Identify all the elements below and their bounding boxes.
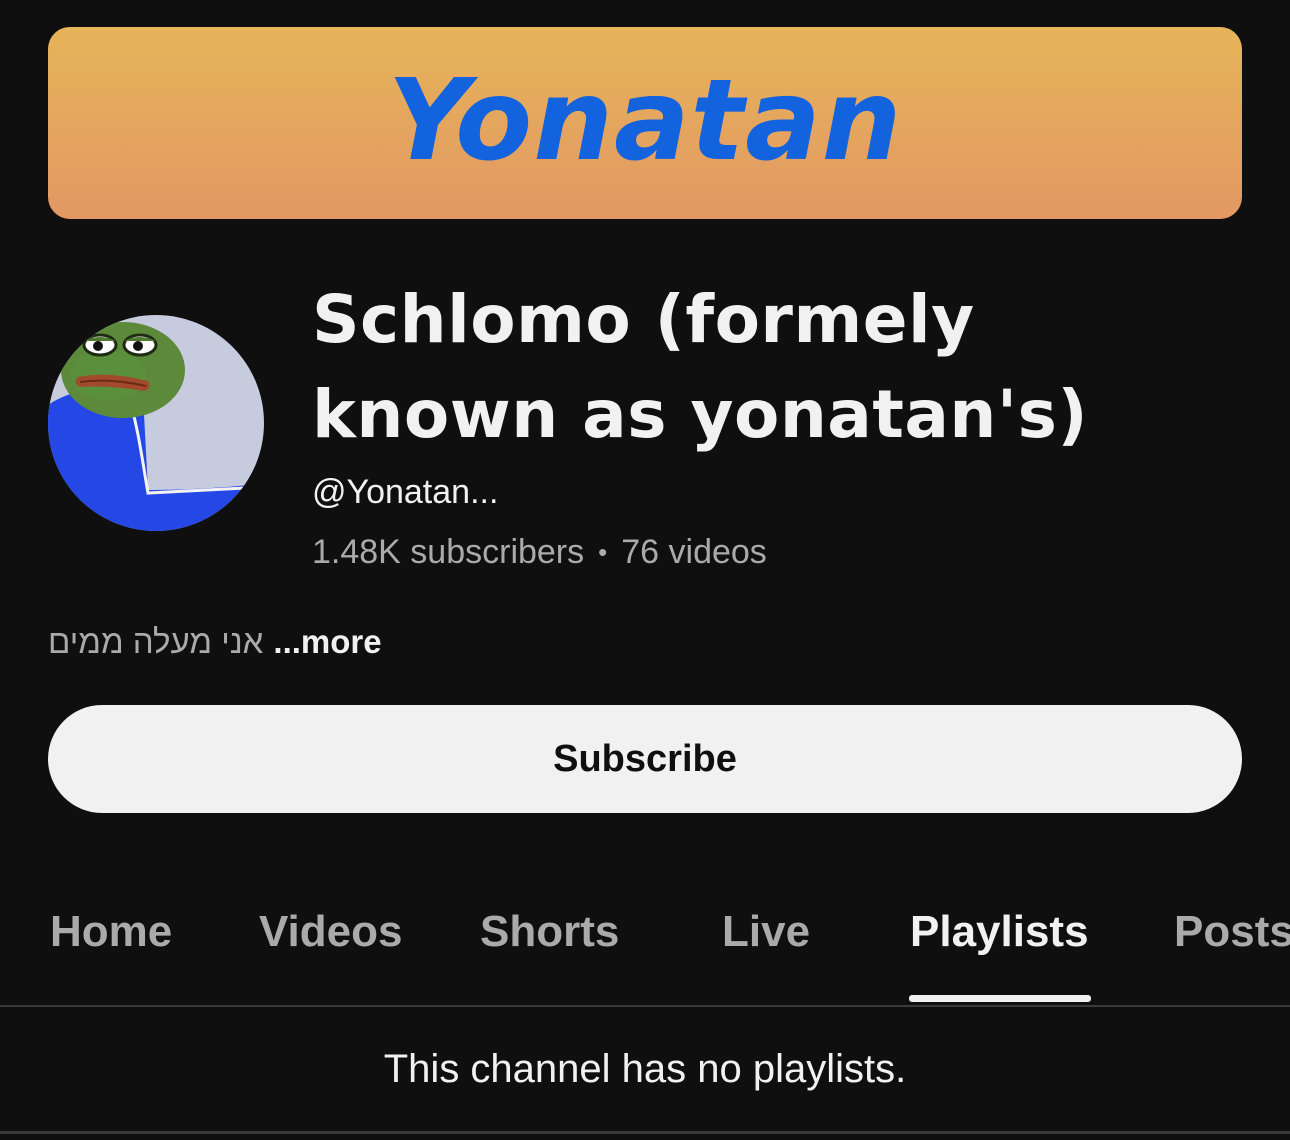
- bottom-divider: [0, 1131, 1290, 1134]
- description-text: אני מעלה ממים: [48, 623, 264, 660]
- more-link[interactable]: ...more: [273, 622, 381, 662]
- tab-shorts[interactable]: Shorts: [480, 904, 619, 960]
- subscriber-count: 1.48K subscribers: [312, 533, 585, 571]
- channel-handle[interactable]: @Yonatan...: [312, 472, 498, 512]
- tab-playlists[interactable]: Playlists: [910, 904, 1089, 960]
- tabs-divider: [0, 1005, 1290, 1007]
- channel-stats: 1.48K subscribers • 76 videos: [312, 532, 767, 572]
- channel-name: Schlomo (formely known as yonatan's): [312, 281, 1089, 453]
- channel-banner: Yonatan: [48, 27, 1242, 219]
- tab-posts[interactable]: Posts: [1174, 904, 1290, 960]
- pepe-frog-avatar-icon: [48, 315, 264, 531]
- banner-title: Yonatan: [387, 56, 903, 186]
- active-tab-indicator: [909, 995, 1091, 1002]
- tab-videos[interactable]: Videos: [259, 904, 402, 960]
- channel-avatar[interactable]: [48, 315, 264, 531]
- tab-live[interactable]: Live: [722, 904, 810, 960]
- tab-home[interactable]: Home: [50, 904, 172, 960]
- channel-description[interactable]: אני מעלה ממים ...more: [48, 622, 382, 662]
- empty-playlists-message: This channel has no playlists.: [383, 1047, 907, 1091]
- subscribe-button[interactable]: Subscribe: [48, 705, 1242, 813]
- stats-separator: •: [598, 537, 608, 567]
- video-count: 76 videos: [621, 533, 767, 571]
- channel-tabs: Home Videos Shorts Live Playlists Posts: [0, 880, 1290, 1005]
- channel-page: Yonatan Schlomo (formely known as yonata…: [0, 0, 1290, 1140]
